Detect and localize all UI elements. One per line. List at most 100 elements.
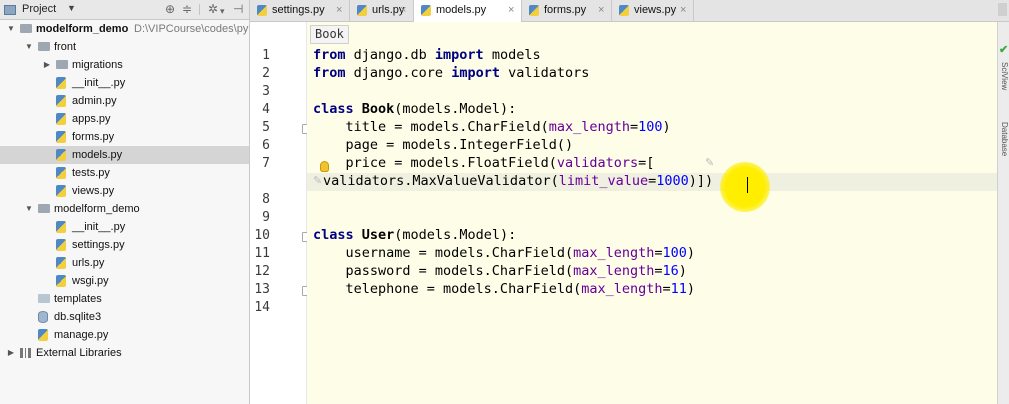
tree-item[interactable]: admin.py [0,92,249,110]
code-token: class [313,227,354,243]
tree-item[interactable]: tests.py [0,164,249,182]
code-token: username = models.CharField( [313,245,574,261]
code-line[interactable]: title = models.CharField(max_length=100) [313,119,671,135]
tree-item[interactable]: db.sqlite3 [0,308,249,326]
line-number: 4 [262,102,270,117]
code-line[interactable]: page = models.IntegerField() [313,137,574,153]
tree-item[interactable]: ▼ modelform_demo [0,200,249,218]
tree-item-label: modelform_demo [54,203,140,215]
tree-item[interactable]: __init__.py [0,218,249,236]
project-panel-header: Project ▼ ⊕ ≑ ✲ ▾ ⊣ [0,0,249,20]
line-number: 5 [262,120,270,135]
tree-item[interactable]: manage.py [0,326,249,344]
collapse-arrow-icon[interactable]: ▶ [42,56,52,74]
tree-item[interactable]: apps.py [0,110,249,128]
expand-arrow-icon[interactable]: ▼ [24,38,34,56]
close-tab-icon[interactable]: × [680,4,686,16]
code-line[interactable]: class Book(models.Model): [313,101,516,117]
code-line[interactable]: from django.db import models [313,47,541,63]
database-file-icon [38,311,48,323]
python-file-icon [56,239,66,251]
tree-item[interactable]: views.py [0,182,249,200]
project-view-selector[interactable]: Project [22,3,56,15]
tree-item-label: urls.py [72,257,105,269]
tree-item[interactable]: __init__.py [0,74,249,92]
expand-arrow-icon[interactable]: ▼ [24,200,34,218]
close-tab-icon[interactable]: × [598,4,604,16]
database-tool-button[interactable]: Database [1000,122,1009,156]
code-token: =[ [638,155,655,171]
tree-item-label: models.py [72,149,123,161]
tree-item[interactable]: models.py [0,146,249,164]
chevron-down-icon[interactable]: ▼ [67,3,76,13]
line-number: 10 [254,228,270,243]
tab-overflow-button[interactable] [998,3,1007,16]
tab-label: forms.py [544,4,587,16]
code-token: max_length [548,119,630,135]
editor-tab[interactable]: models.py × [414,0,522,22]
lightbulb-icon[interactable] [320,161,329,172]
tree-item-label: admin.py [72,95,117,107]
tree-item-label: forms.py [72,131,115,143]
line-number: 8 [262,192,270,207]
editor-tab[interactable]: settings.py × [250,0,350,21]
tree-item[interactable]: forms.py [0,128,249,146]
code-token: 11 [670,281,687,297]
collapse-all-icon[interactable]: ≑ [182,2,192,16]
tree-item[interactable]: urls.py [0,254,249,272]
code-token: validators [499,65,590,81]
code-line[interactable]: price = models.FloatField(validators=[ [313,155,655,171]
editor-tab[interactable]: forms.py × [522,0,612,21]
tab-label: models.py [436,4,487,16]
editor-tab[interactable]: views.py × [612,0,694,21]
code-line[interactable]: username = models.CharField(max_length=1… [313,245,696,261]
close-tab-icon[interactable]: × [336,4,342,16]
tree-item[interactable]: settings.py [0,236,249,254]
code-token: models [483,47,541,63]
code-token: User [361,227,395,243]
line-number: 6 [262,138,270,153]
gear-icon[interactable]: ✲ [208,2,218,16]
text-cursor [747,177,748,193]
hide-panel-icon[interactable]: ⊣ [233,2,243,16]
tree-item[interactable]: ▼ modelform_demo D:\VIPCourse\codes\py [0,20,249,38]
close-tab-icon[interactable]: × [400,4,406,16]
tree-item[interactable]: ▶ External Libraries [0,344,249,362]
settings-caret-icon[interactable]: ▾ [220,4,225,18]
sciview-tool-button[interactable]: SciView [1000,62,1009,90]
inspection-ok-icon[interactable]: ✔ [999,43,1008,56]
tree-item[interactable]: wsgi.py [0,272,249,290]
code-token: = [629,119,639,135]
line-number: 12 [254,264,270,279]
tree-item[interactable]: ▶ migrations [0,56,249,74]
code-editor[interactable]: 1 2 3 4 5 6 7 8 9 10 11 12 13 14 Book from django.db … [250,22,997,404]
python-file-icon [421,5,431,16]
breadcrumb[interactable]: Book [310,25,349,44]
cursor-highlight [720,162,770,212]
code-token: = [654,263,663,279]
collapse-arrow-icon[interactable]: ▶ [6,344,16,362]
line-number: 2 [262,66,270,81]
close-tab-icon[interactable]: × [508,4,514,16]
code-token: = [662,281,671,297]
code-line[interactable]: validators.MaxValueValidator(limit_value… [323,173,713,189]
sync-icon[interactable]: ⊕ [165,2,175,16]
code-token: max_length [573,263,655,279]
code-token: 16 [662,263,679,279]
python-file-icon [56,77,66,89]
code-token: = [654,245,663,261]
code-line[interactable]: class User(models.Model): [313,227,516,243]
code-token: django.core [345,65,452,81]
code-line[interactable]: from django.core import validators [313,65,589,81]
tree-item[interactable]: ▼ front [0,38,249,56]
line-number: 13 [254,282,270,297]
line-number: 14 [254,300,270,315]
code-line[interactable]: password = models.CharField(max_length=1… [313,263,687,279]
editor-tab[interactable]: urls.py × [350,0,414,21]
python-file-icon [56,113,66,125]
code-token: telephone = models.CharField( [313,281,582,297]
tree-item[interactable]: templates [0,290,249,308]
expand-arrow-icon[interactable]: ▼ [6,20,16,38]
code-line[interactable]: telephone = models.CharField(max_length=… [313,281,696,297]
